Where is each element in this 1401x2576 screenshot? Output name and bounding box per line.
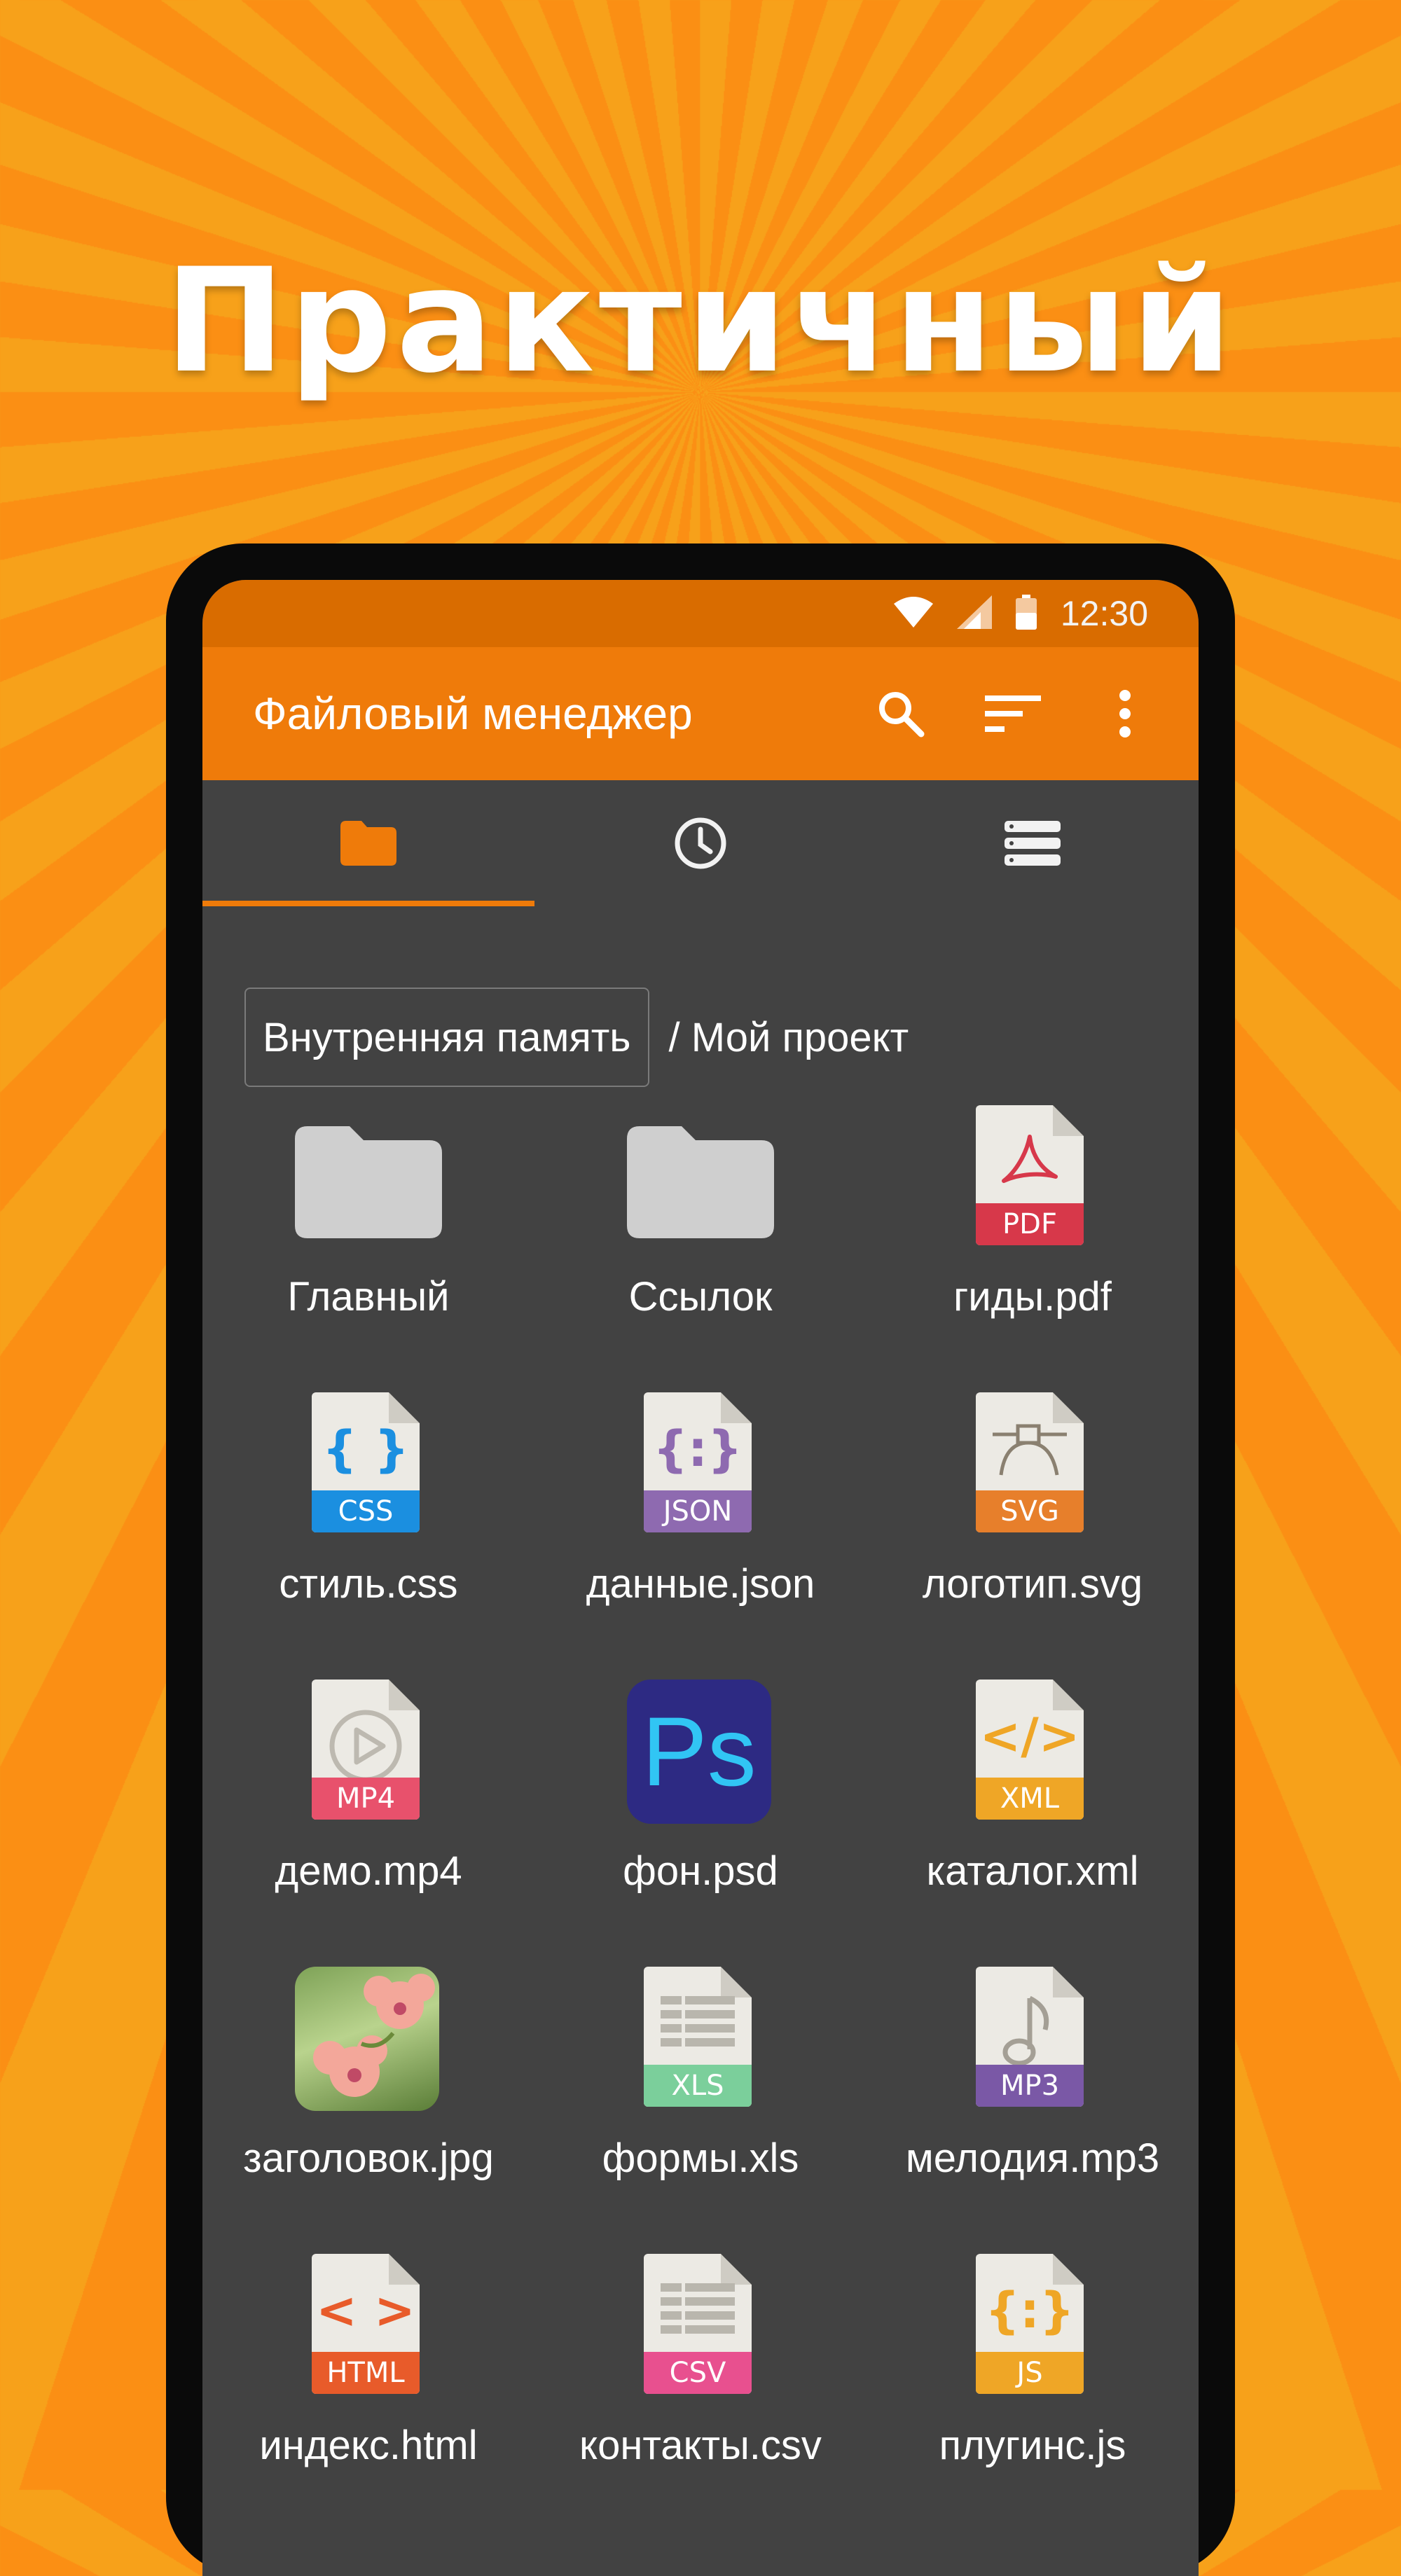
app-title: Файловый менеджер [253,688,693,739]
search-button[interactable] [869,682,932,745]
file-name: индекс.html [259,2423,478,2468]
file-type-glyph [644,1995,752,2063]
css-file-icon: { } CSS [295,1392,442,1539]
headline: Практичный [165,238,1236,405]
file-type-glyph: {:} [653,1420,743,1478]
mp4-file-icon: MP4 [295,1680,442,1827]
file-item[interactable]: { } CSS стиль.css [202,1392,534,1607]
tab-indicator [202,901,534,906]
js-file-icon: {:} JS [959,2254,1106,2401]
tab-recent[interactable] [534,780,867,906]
sort-button[interactable] [981,682,1044,745]
file-type-glyph: { } [322,1420,410,1478]
file-item[interactable]: Ps фон.psd [534,1680,867,1895]
file-item[interactable]: MP4 демо.mp4 [202,1680,534,1895]
more-vert-icon [1119,690,1131,738]
mp3-file-icon: MP3 [959,1967,1106,2114]
file-item[interactable]: SVG логотип.svg [867,1392,1199,1607]
file-type-badge: CSS [312,1490,420,1532]
file-type-badge: CSV [644,2352,752,2394]
file-type-badge: JSON [644,1490,752,1532]
file-type-glyph: {:} [985,2282,1075,2339]
svg-file-icon: SVG [959,1392,1106,1539]
file-name: фон.psd [623,1848,778,1894]
file-type-badge: MP3 [976,2065,1084,2107]
folder-icon [627,1105,774,1252]
file-type-glyph [976,1133,1084,1201]
file-name: гиды.pdf [953,1274,1112,1320]
breadcrumb-root[interactable]: Внутренняя память [244,988,649,1087]
breadcrumb: Внутренняя память / Мой проект [244,988,909,1087]
tab-folders[interactable] [202,780,534,906]
breadcrumb-path[interactable]: / Мой проект [669,1014,909,1061]
phone-frame: 12:30 Файловый менеджер Внутренняя памят… [166,543,1235,2576]
image-thumbnail [295,1967,442,2114]
file-name: демо.mp4 [275,1848,462,1894]
status-bar: 12:30 [202,580,1199,647]
html-file-icon: < > HTML [295,2254,442,2401]
file-name: Главный [287,1274,450,1320]
tab-bar [202,780,1199,906]
file-name: заголовок.jpg [243,2135,494,2181]
storage-list-icon [1005,821,1061,866]
file-type-glyph [644,2282,752,2350]
file-item[interactable]: PDF гиды.pdf [867,1105,1199,1320]
file-type-badge: JS [976,2352,1084,2394]
file-type-badge: SVG [976,1490,1084,1532]
file-type-badge: MP4 [312,1778,420,1820]
search-icon [879,692,925,738]
signal-icon [956,595,992,632]
file-item[interactable]: Ссылок [534,1105,867,1320]
more-options-button[interactable] [1093,682,1157,745]
file-item[interactable]: MP3 мелодия.mp3 [867,1967,1199,2182]
file-item[interactable]: Главный [202,1105,534,1320]
folder-icon [340,821,396,866]
file-name: мелодия.mp3 [905,2135,1160,2181]
file-type-badge: HTML [312,2352,420,2394]
file-item[interactable]: {:} JSON данные.json [534,1392,867,1607]
file-item[interactable]: </> XML каталог.xml [867,1680,1199,1895]
file-item[interactable]: {:} JS плугинс.js [867,2254,1199,2469]
file-name: контакты.csv [579,2423,822,2468]
file-item[interactable]: CSV контакты.csv [534,2254,867,2469]
file-name: логотип.svg [922,1561,1143,1607]
file-name: плугинс.js [939,2423,1126,2468]
file-name: Ссылок [628,1274,773,1320]
file-type-badge: PDF [976,1203,1084,1245]
file-name: формы.xls [602,2135,799,2181]
status-time: 12:30 [1060,594,1148,633]
file-type-glyph: </> [979,1708,1080,1765]
file-name: данные.json [586,1561,815,1607]
file-item[interactable]: < > HTML индекс.html [202,2254,534,2469]
clock-icon [675,817,726,869]
wifi-icon [893,597,933,630]
file-type-badge: XLS [644,2065,752,2107]
file-name: стиль.css [279,1561,458,1607]
tab-storage[interactable] [867,780,1199,906]
file-name: каталог.xml [926,1848,1139,1894]
xml-file-icon: </> XML [959,1680,1106,1827]
csv-file-icon: CSV [627,2254,774,2401]
photoshop-icon: Ps [627,1680,774,1827]
pdf-file-icon: PDF [959,1105,1106,1252]
folder-icon [295,1105,442,1252]
screen: 12:30 Файловый менеджер Внутренняя памят… [202,580,1199,2576]
battery-icon [1015,595,1037,632]
file-type-glyph [976,1420,1084,1488]
file-item[interactable]: XLS формы.xls [534,1967,867,2182]
sort-icon [985,695,1041,732]
xls-file-icon: XLS [627,1967,774,2114]
file-item[interactable]: заголовок.jpg [202,1967,534,2182]
app-bar: Файловый менеджер [202,647,1199,780]
json-file-icon: {:} JSON [627,1392,774,1539]
file-type-glyph: < > [316,2282,415,2339]
file-type-badge: XML [976,1778,1084,1820]
